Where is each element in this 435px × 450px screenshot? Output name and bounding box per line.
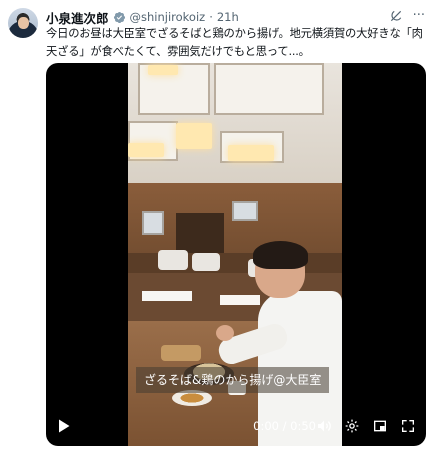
ceiling-coffer bbox=[214, 63, 324, 115]
chair bbox=[192, 253, 220, 271]
top-actions: ··· bbox=[389, 8, 425, 24]
person-hair bbox=[253, 241, 308, 269]
video-caption: ざるそば&鶏のから揚げ@大臣室 bbox=[136, 367, 330, 393]
grok-icon[interactable] bbox=[389, 9, 403, 23]
bookshelf bbox=[176, 213, 224, 253]
tweet[interactable]: 小泉進次郎 @shinjirokoiz · 21h ··· 今日のお昼は大臣室で… bbox=[0, 0, 435, 450]
video-control-icons bbox=[316, 418, 416, 434]
time-readout: 0:00 / 0:50 bbox=[253, 419, 316, 433]
verified-badge-icon bbox=[113, 11, 125, 23]
wall-window bbox=[232, 201, 258, 221]
ceiling-light bbox=[128, 143, 164, 157]
ceiling-light bbox=[228, 145, 274, 161]
tweet-text: 今日のお昼は大臣室でざるそばと鶏のから揚げ。地元横須賀の大好きな「肉天ざる」が食… bbox=[46, 27, 423, 58]
person-hand bbox=[216, 325, 234, 341]
tray bbox=[161, 345, 201, 361]
chair bbox=[158, 250, 188, 270]
picture-in-picture-icon[interactable] bbox=[372, 418, 388, 434]
video-player[interactable]: ざるそば&鶏のから揚げ@大臣室 0:00 / 0:50 bbox=[46, 63, 426, 446]
fullscreen-icon[interactable] bbox=[400, 418, 416, 434]
ceiling-light bbox=[148, 65, 178, 75]
document bbox=[142, 291, 192, 301]
author-handle[interactable]: @shinjirokoiz bbox=[130, 10, 206, 24]
separator-dot: · bbox=[209, 10, 213, 24]
avatar[interactable] bbox=[8, 8, 38, 38]
tweet-time[interactable]: 21h bbox=[217, 10, 239, 24]
ceiling-light bbox=[176, 123, 212, 149]
avatar-face bbox=[18, 17, 29, 29]
volume-icon[interactable] bbox=[316, 418, 332, 434]
settings-icon[interactable] bbox=[344, 418, 360, 434]
author-name[interactable]: 小泉進次郎 bbox=[46, 8, 109, 27]
wall-picture bbox=[142, 211, 164, 235]
more-icon[interactable]: ··· bbox=[413, 8, 425, 24]
tweet-header: 小泉進次郎 @shinjirokoiz · 21h bbox=[46, 8, 239, 26]
video-controls: 0:00 / 0:50 bbox=[46, 406, 426, 446]
play-icon[interactable] bbox=[58, 419, 70, 433]
document bbox=[220, 295, 260, 305]
